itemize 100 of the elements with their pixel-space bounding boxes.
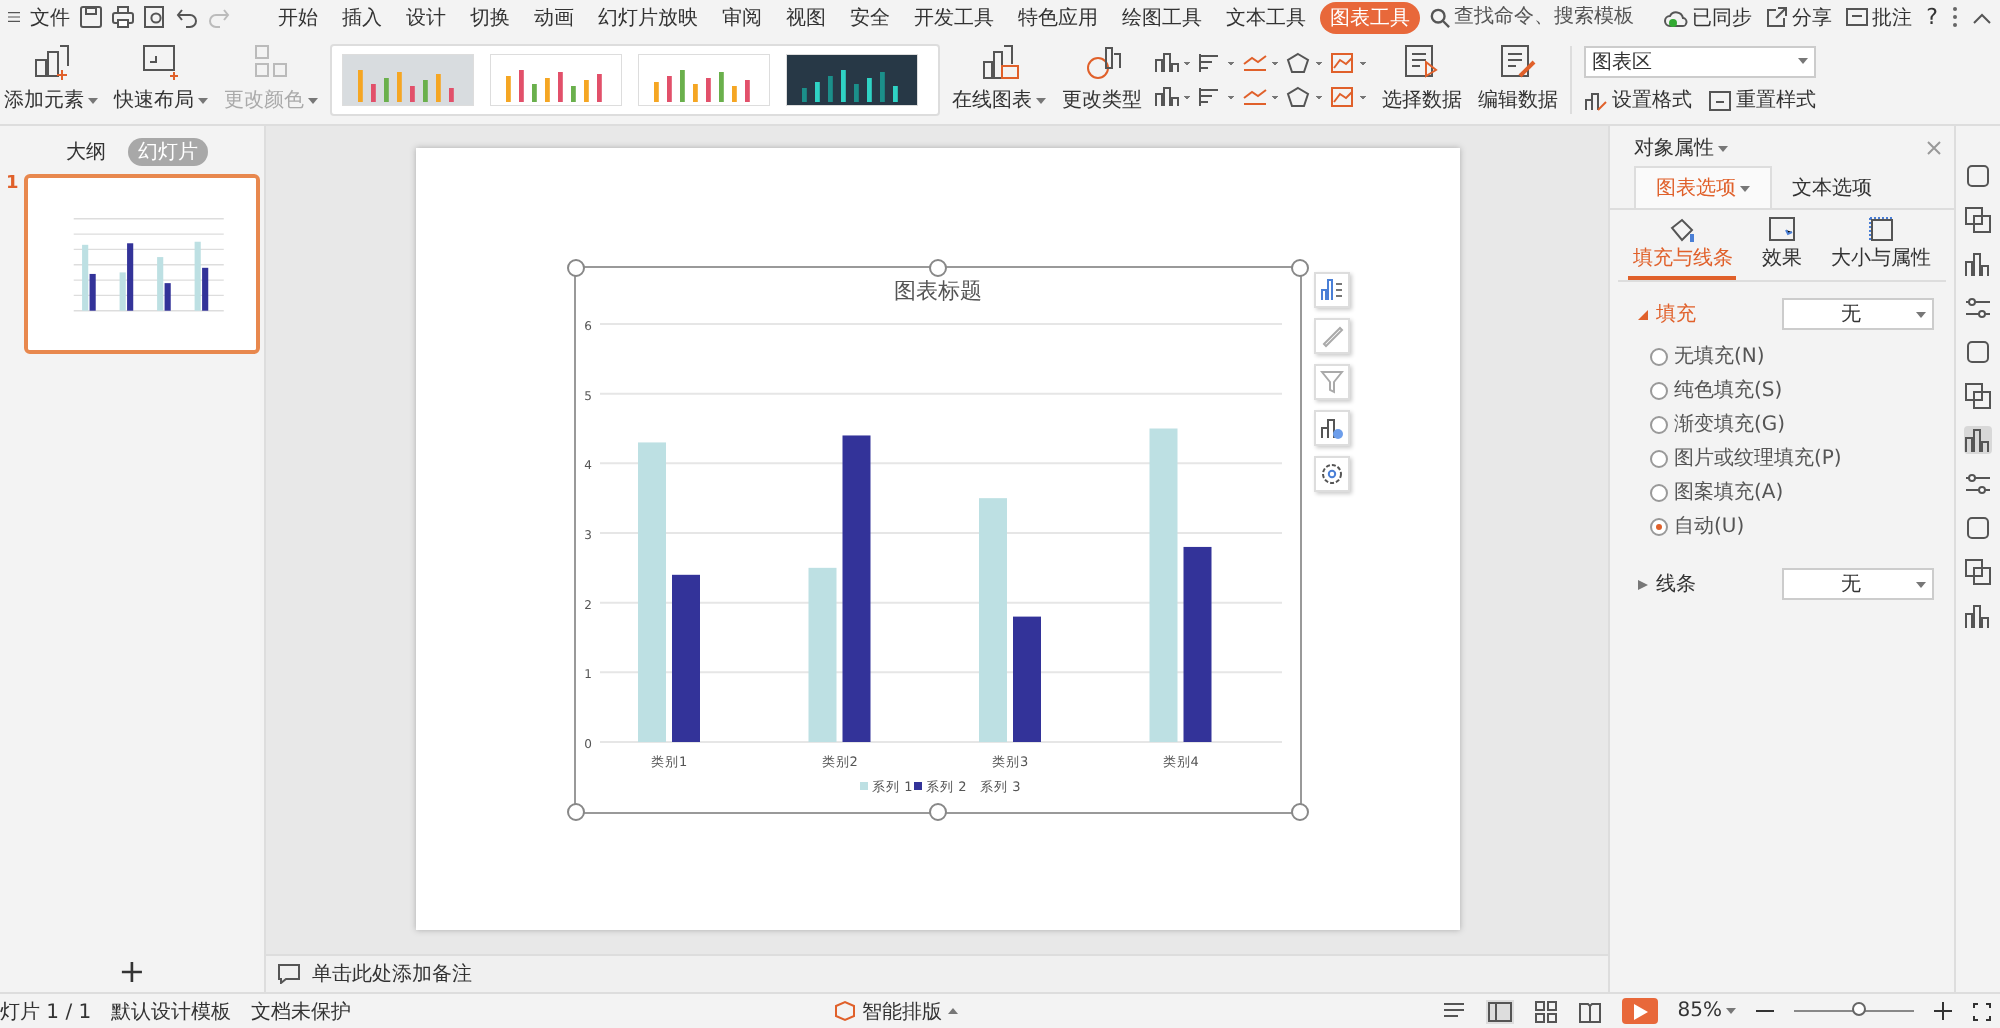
sidebar-tool-icon[interactable]	[1964, 338, 1992, 366]
ribbon-button[interactable]: 设置格式	[1584, 85, 1692, 113]
fit-icon[interactable]	[1972, 1001, 1992, 1021]
add-slide-button[interactable]: +	[118, 956, 146, 988]
chart-type-icon[interactable]	[1286, 51, 1326, 73]
sidebar-tool-icon[interactable]	[1964, 250, 1992, 278]
chart-layout-button[interactable]	[1313, 410, 1349, 446]
radio-button[interactable]	[1650, 483, 1668, 501]
sub-tab[interactable]: 大小与属性	[1827, 210, 1936, 280]
file-menu[interactable]: 文件	[30, 3, 71, 31]
fill-dropdown[interactable]: 无	[1782, 568, 1934, 600]
sidebar-tool-icon[interactable]	[1964, 602, 1992, 630]
radio-option[interactable]: 渐变填充(G)	[1650, 410, 1934, 438]
protection-status[interactable]: 文档未保护	[251, 997, 352, 1025]
radio-option[interactable]: 图片或纹理填充(P)	[1650, 444, 1934, 472]
view-mode-icon[interactable]	[1441, 1000, 1466, 1022]
ribbon-button[interactable]: 编辑数据	[1474, 44, 1562, 114]
resize-handle[interactable]	[566, 803, 584, 821]
chart-type-icon[interactable]	[1154, 85, 1194, 107]
sidebar-tool-icon[interactable]	[1964, 470, 1992, 498]
resize-handle[interactable]	[928, 803, 946, 821]
panel-tab[interactable]: 大纲	[56, 138, 116, 166]
collapse-icon[interactable]	[1972, 11, 1992, 23]
ribbon-button[interactable]: 快速布局	[110, 44, 212, 114]
menu-tab[interactable]: 开始	[268, 1, 329, 33]
chart-type-icon[interactable]	[1154, 51, 1194, 73]
chart-type-icon[interactable]	[1330, 85, 1370, 107]
resize-handle[interactable]	[1290, 803, 1308, 821]
chart-type-icon[interactable]	[1242, 51, 1282, 73]
normal-view-icon[interactable]	[1485, 999, 1514, 1023]
menu-tab[interactable]: 设计	[396, 1, 457, 33]
radio-button[interactable]	[1650, 381, 1668, 399]
chart-style-thumbnail[interactable]	[638, 53, 770, 105]
reading-view-icon[interactable]	[1577, 999, 1602, 1023]
smart-layout-button[interactable]: 智能排版	[834, 997, 959, 1025]
ribbon-button[interactable]: 重置样式	[1708, 85, 1816, 113]
grid-view-icon[interactable]	[1533, 999, 1558, 1023]
menu-tab[interactable]: 视图	[776, 1, 837, 33]
radio-button[interactable]	[1650, 347, 1668, 365]
sidebar-tool-icon[interactable]	[1964, 162, 1992, 190]
menu-tab[interactable]: 文本工具	[1216, 1, 1317, 33]
sidebar-tool-icon[interactable]	[1964, 558, 1992, 586]
menu-icon[interactable]	[8, 8, 21, 26]
menu-tab[interactable]: 动画	[524, 1, 585, 33]
menu-tab[interactable]: 特色应用	[1008, 1, 1109, 33]
menu-tab[interactable]: 幻灯片放映	[588, 1, 709, 33]
chart-style-gallery[interactable]	[330, 43, 940, 115]
zoom-in-icon[interactable]	[1934, 1002, 1952, 1020]
close-icon[interactable]	[1926, 140, 1942, 156]
sidebar-tool-icon[interactable]	[1964, 426, 1992, 454]
resize-handle[interactable]	[1290, 259, 1308, 277]
sidebar-tool-icon[interactable]	[1964, 206, 1992, 234]
fill-dropdown[interactable]: 无	[1782, 298, 1934, 330]
menu-tab[interactable]: 审阅	[712, 1, 773, 33]
radio-button[interactable]	[1650, 449, 1668, 467]
sidebar-tool-icon[interactable]	[1964, 382, 1992, 410]
menu-tab[interactable]: 安全	[840, 1, 901, 33]
share-button[interactable]: 分享	[1766, 3, 1833, 31]
section-toggle[interactable]: 线条	[1638, 570, 1696, 598]
more-icon[interactable]	[1952, 6, 1958, 28]
chart-style-thumbnail[interactable]	[490, 53, 622, 105]
menu-tab[interactable]: 插入	[332, 1, 393, 33]
menu-tab[interactable]: 绘图工具	[1112, 1, 1213, 33]
help-button[interactable]: ?	[1926, 4, 1938, 30]
element-dropdown[interactable]: 图表区	[1584, 45, 1816, 77]
sidebar-tool-icon[interactable]	[1964, 294, 1992, 322]
comment-button[interactable]: 批注	[1846, 3, 1913, 31]
panel-tab[interactable]: 文本选项	[1772, 166, 1892, 208]
menu-tab[interactable]: 切换	[460, 1, 521, 33]
ribbon-button[interactable]: 更改类型	[1058, 44, 1146, 114]
radio-option[interactable]: 自动(U)	[1650, 512, 1934, 540]
save-icon[interactable]	[80, 6, 103, 28]
slide-thumbnail[interactable]	[24, 174, 260, 354]
radio-option[interactable]: 无填充(N)	[1650, 342, 1934, 370]
sync-button[interactable]: 已同步	[1664, 3, 1753, 31]
search-field[interactable]: 查找命令、搜索模板	[1430, 6, 1655, 28]
chart-elements-button[interactable]	[1313, 272, 1349, 308]
chart-type-icon[interactable]	[1286, 85, 1326, 107]
zoom-slider-thumb[interactable]	[1852, 1002, 1866, 1016]
ribbon-button[interactable]: 选择数据	[1378, 44, 1466, 114]
chart-type-icon[interactable]	[1198, 85, 1238, 107]
print-icon[interactable]	[112, 6, 135, 28]
zoom-level[interactable]: 85%	[1677, 1000, 1736, 1022]
radio-button[interactable]	[1650, 517, 1668, 535]
radio-option[interactable]: 纯色填充(S)	[1650, 376, 1934, 404]
panel-tab[interactable]: 图表选项	[1634, 166, 1772, 208]
chart-type-icon[interactable]	[1242, 85, 1282, 107]
panel-title[interactable]: 对象属性	[1634, 134, 1728, 162]
preview-icon[interactable]	[144, 6, 167, 28]
play-button[interactable]	[1621, 998, 1658, 1024]
chart-style-thumbnail[interactable]	[342, 53, 474, 105]
chart-settings-button[interactable]	[1313, 456, 1349, 492]
chart-type-icon[interactable]	[1330, 51, 1370, 73]
template-name[interactable]: 默认设计模板	[111, 997, 232, 1025]
undo-icon[interactable]	[176, 6, 199, 28]
resize-handle[interactable]	[566, 259, 584, 277]
resize-handle[interactable]	[928, 259, 946, 277]
chart-style-thumbnail[interactable]	[786, 53, 918, 105]
chart-type-icon[interactable]	[1198, 51, 1238, 73]
radio-option[interactable]: 图案填充(A)	[1650, 478, 1934, 506]
